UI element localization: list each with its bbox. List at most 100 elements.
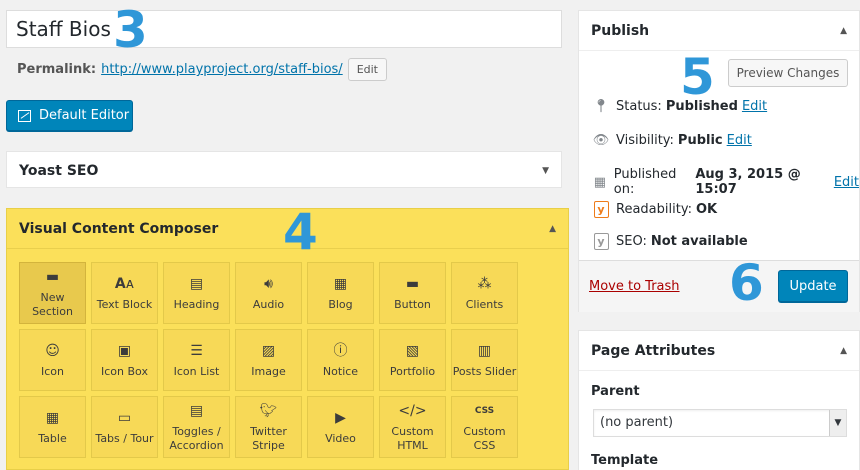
readability-label: Readability: <box>616 202 692 217</box>
css-icon: CSS <box>474 406 495 416</box>
published-on-label: Published on: <box>613 167 677 197</box>
pin-icon: 📍︎ <box>592 99 610 114</box>
annotation-number-6: 6 <box>729 254 764 312</box>
element-tile-icon-list[interactable]: ☰ Icon List <box>163 329 230 391</box>
update-button[interactable]: Update <box>778 270 848 302</box>
element-tile-label: New Section <box>32 291 73 318</box>
eye-icon: 👁︎ <box>592 133 610 148</box>
element-tile-label: Text Block <box>96 298 153 311</box>
element-tile-button[interactable]: ▬ Button <box>379 262 446 324</box>
publish-box: Publish ▲ Preview Changes 📍︎ Status: Pub… <box>578 10 860 312</box>
element-tile-label: Image <box>251 365 286 378</box>
element-tile-blog[interactable]: ▦ Blog <box>307 262 374 324</box>
post-title-input[interactable]: Staff Bios <box>6 10 562 48</box>
element-tile-label: Icon List <box>173 365 220 378</box>
readability-row: y Readability: OK <box>591 201 717 218</box>
tabs-icon: ▭ <box>117 410 132 426</box>
element-tile-posts-slider[interactable]: ▥ Posts Slider <box>451 329 518 391</box>
preview-changes-button[interactable]: Preview Changes <box>728 59 848 87</box>
annotation-number-3: 3 <box>113 1 148 59</box>
element-tile-label: Audio <box>252 298 285 311</box>
element-tile-label: Heading <box>173 298 220 311</box>
element-tile-text-block[interactable]: Aᴀ Text Block <box>91 262 158 324</box>
element-tile-label: Table <box>38 432 67 445</box>
element-tile-label: Blog <box>328 298 353 311</box>
parent-select[interactable]: (no parent) ▼ <box>593 409 847 437</box>
collapse-arrow-icon[interactable]: ▲ <box>840 346 847 356</box>
readability-value: OK <box>695 202 718 217</box>
element-tile-table[interactable]: ▦ Table <box>19 396 86 458</box>
visibility-edit-link[interactable]: Edit <box>727 133 752 148</box>
element-tile-icon-box[interactable]: ▣ Icon Box <box>91 329 158 391</box>
table-icon: ▦ <box>45 410 60 426</box>
published-on-edit-link[interactable]: Edit <box>834 175 859 190</box>
parent-select-value: (no parent) <box>600 415 674 430</box>
element-tile-heading[interactable]: ▤ Heading <box>163 262 230 324</box>
annotation-number-4: 4 <box>283 203 318 261</box>
visibility-value: Public <box>677 133 723 148</box>
slider-icon: ▥ <box>477 343 492 359</box>
calendar-icon: ▦ <box>593 174 607 190</box>
element-tile-label: Button <box>394 298 431 311</box>
heading-icon: ▤ <box>189 276 204 292</box>
move-to-trash-link[interactable]: Move to Trash <box>589 279 680 294</box>
list-icon: ☰ <box>190 343 203 359</box>
element-tile-custom-css[interactable]: CSS Custom CSS <box>451 396 518 458</box>
element-tile-icon[interactable]: ☺ Icon <box>19 329 86 391</box>
permalink-row: Permalink: http://www.playproject.org/st… <box>17 58 387 81</box>
collapse-arrow-icon[interactable]: ▲ <box>549 224 556 234</box>
visibility-label: Visibility: <box>616 133 674 148</box>
composer-title: Visual Content Composer <box>19 220 219 237</box>
element-tile-tabs-tour[interactable]: ▭ Tabs / Tour <box>91 396 158 458</box>
permalink-edit-button[interactable]: Edit <box>347 58 387 81</box>
element-tile-new-section[interactable]: ▬ New Section <box>19 262 86 324</box>
element-tile-label: Clients <box>465 298 504 311</box>
status-label: Status: <box>616 99 662 114</box>
template-label: Template <box>591 453 659 468</box>
element-tile-label: Custom HTML <box>391 425 434 452</box>
default-editor-button[interactable]: Default Editor <box>6 100 133 131</box>
page-attributes-title: Page Attributes <box>591 342 716 359</box>
element-tile-image[interactable]: ▨ Image <box>235 329 302 391</box>
element-tile-notice[interactable]: ⓘ Notice <box>307 329 374 391</box>
element-tile-video[interactable]: ▶ Video <box>307 396 374 458</box>
yoast-orange-icon: y <box>591 201 611 218</box>
publish-title: Publish <box>591 22 650 39</box>
collapse-arrow-icon[interactable]: ▲ <box>840 26 847 36</box>
element-tile-label: Icon <box>41 365 64 378</box>
info-icon: ⓘ <box>333 343 348 359</box>
yoast-seo-box: Yoast SEO ▼ <box>6 151 562 188</box>
publish-header[interactable]: Publish ▲ <box>579 11 859 51</box>
code-icon: </> <box>398 403 427 419</box>
element-tile-custom-html[interactable]: </> Custom HTML <box>379 396 446 458</box>
chevron-down-icon[interactable]: ▼ <box>829 410 846 436</box>
publish-actions: Move to Trash Update <box>579 260 859 312</box>
twitter-icon: 🐦︎ <box>259 403 278 419</box>
yoast-gray-icon: y <box>591 233 611 250</box>
element-tile-label: Tabs / Tour <box>95 432 154 445</box>
smiley-icon: ☺ <box>45 343 60 359</box>
clipboard-icon: ▣ <box>117 343 132 359</box>
element-tile-twitter-stripe[interactable]: 🐦︎ Twitter Stripe <box>235 396 302 458</box>
seo-label: SEO: <box>616 234 647 249</box>
element-tile-label: Twitter Stripe <box>250 425 287 452</box>
page-attributes-header[interactable]: Page Attributes ▲ <box>579 331 859 371</box>
element-tile-portfolio[interactable]: ▧ Portfolio <box>379 329 446 391</box>
clients-icon: ⁂ <box>477 276 492 292</box>
element-tile-label: Toggles / Accordion <box>169 425 224 452</box>
parent-label: Parent <box>591 384 640 399</box>
collapse-arrow-icon[interactable]: ▼ <box>542 166 549 176</box>
portfolio-icon: ▧ <box>405 343 420 359</box>
section-icon: ▬ <box>45 269 60 285</box>
yoast-seo-header[interactable]: Yoast SEO ▼ <box>7 152 561 189</box>
element-tile-toggles-accordion[interactable]: ▤ Toggles / Accordion <box>163 396 230 458</box>
permalink-url-link[interactable]: http://www.playproject.org/staff-bios/ <box>101 62 343 77</box>
audio-icon: 🔊︎ <box>264 276 273 292</box>
annotation-number-5: 5 <box>680 48 715 106</box>
page-attributes-box: Page Attributes ▲ Parent (no parent) ▼ T… <box>578 330 860 470</box>
status-edit-link[interactable]: Edit <box>742 99 767 114</box>
seo-row: y SEO: Not available <box>591 233 748 250</box>
element-tile-clients[interactable]: ⁂ Clients <box>451 262 518 324</box>
element-tile-audio[interactable]: 🔊︎ Audio <box>235 262 302 324</box>
visibility-row: 👁︎ Visibility: Public Edit <box>591 133 752 148</box>
